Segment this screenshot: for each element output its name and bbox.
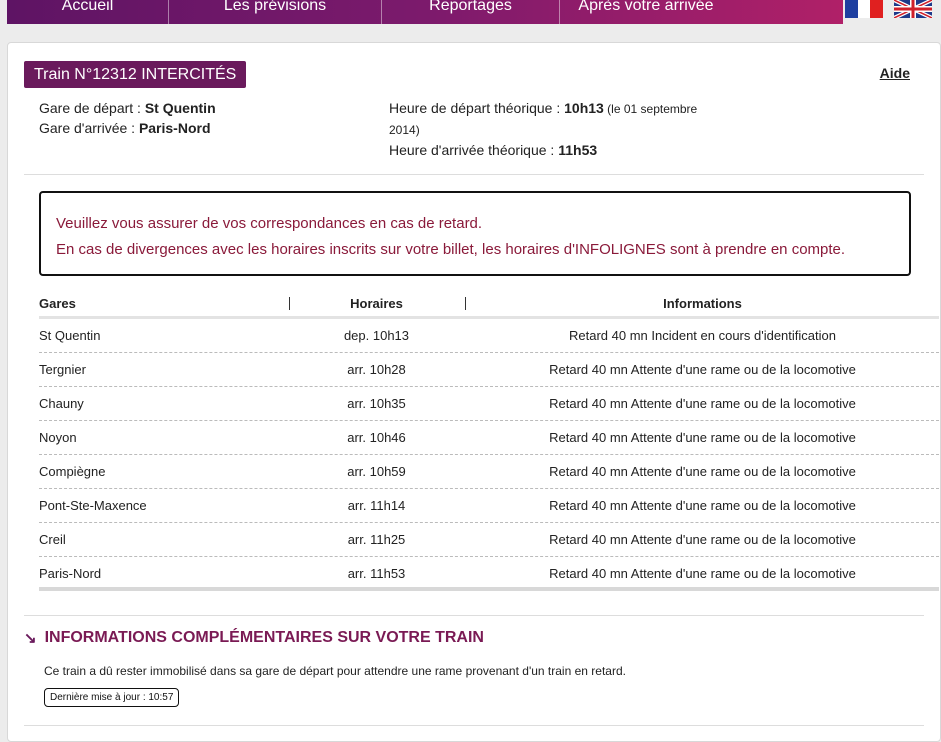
station-name: Chauny	[39, 396, 84, 411]
arrival-time: 11h53	[558, 142, 598, 158]
top-navigation: Accueil Les prévisions Reportages Après …	[7, 0, 843, 24]
station-info: Retard 40 mn Attente d'une rame ou de la…	[549, 464, 856, 479]
nav-item-apres-arrivee[interactable]: Après votre arrivée	[560, 0, 732, 24]
station-info: Retard 40 mn Incident en cours d'identif…	[569, 328, 836, 343]
station-time: arr. 11h53	[347, 566, 406, 581]
arrival-station: Paris-Nord	[138, 120, 211, 136]
station-name: Creil	[39, 532, 66, 547]
uk-flag-icon[interactable]	[894, 0, 932, 18]
station-info: Retard 40 mn Attente d'une rame ou de la…	[549, 566, 856, 581]
nav-item-previsions[interactable]: Les prévisions	[169, 0, 382, 24]
last-update-badge: Dernière mise à jour : 10:57	[44, 688, 180, 707]
table-row: Pont-Ste-Maxence arr. 11h14 Retard 40 mn…	[39, 489, 939, 523]
station-name: Pont-Ste-Maxence	[39, 498, 147, 513]
table-row: Creil arr. 11h25 Retard 40 mn Attente d'…	[39, 523, 939, 557]
nav-item-reportages[interactable]: Reportages	[382, 0, 560, 24]
schedule-table: Gares Horaires Informations St Quentin d…	[39, 289, 939, 591]
arrow-down-right-icon: ↘	[24, 630, 37, 647]
station-name: St Quentin	[39, 328, 101, 343]
warning-line-2: En cas de divergences avec les horaires …	[56, 241, 846, 258]
departure-time-line: Heure de départ théorique : 10h13 (le 01…	[389, 100, 698, 116]
complementary-info-title: INFORMATIONS COMPLÉMENTAIRES SUR VOTRE T…	[44, 629, 484, 646]
station-time: arr. 10h28	[347, 362, 406, 377]
station-time: dep. 10h13	[343, 328, 410, 343]
divider	[24, 174, 924, 175]
departure-station: St Quentin	[144, 100, 216, 116]
table-header: Gares Horaires Informations	[39, 289, 939, 319]
station-time: arr. 11h25	[347, 532, 406, 547]
station-name: Compiègne	[39, 464, 106, 479]
warning-box: Veuillez vous assurer de vos corresponda…	[39, 191, 911, 276]
departure-station-line: Gare de départ : St Quentin	[39, 100, 216, 116]
table-row: St Quentin dep. 10h13 Retard 40 mn Incid…	[39, 319, 939, 353]
table-row: Paris-Nord arr. 11h53 Retard 40 mn Atten…	[39, 557, 939, 591]
header-horaires[interactable]: Horaires	[289, 296, 464, 311]
nav-item-accueil[interactable]: Accueil	[7, 0, 169, 24]
table-row: Chauny arr. 10h35 Retard 40 mn Attente d…	[39, 387, 939, 421]
station-name: Tergnier	[39, 362, 86, 377]
station-info: Retard 40 mn Attente d'une rame ou de la…	[549, 396, 856, 411]
departure-time: 10h13	[564, 100, 604, 116]
table-row: Noyon arr. 10h46 Retard 40 mn Attente d'…	[39, 421, 939, 455]
station-info: Retard 40 mn Attente d'une rame ou de la…	[549, 362, 856, 377]
arrival-time-line: Heure d'arrivée théorique : 11h53	[389, 142, 598, 158]
station-time: arr. 10h59	[347, 464, 406, 479]
station-name: Noyon	[39, 430, 77, 445]
divider	[24, 615, 924, 616]
departure-date: (le 01 septembre	[603, 102, 698, 116]
header-gares[interactable]: Gares	[39, 296, 76, 311]
divider	[24, 725, 924, 726]
station-name: Paris-Nord	[39, 566, 102, 581]
station-info: Retard 40 mn Attente d'une rame ou de la…	[549, 498, 856, 513]
arrival-station-line: Gare d'arrivée : Paris-Nord	[39, 120, 211, 136]
station-info: Retard 40 mn Attente d'une rame ou de la…	[549, 430, 856, 445]
train-title: Train N°12312 INTERCITÉS	[24, 61, 247, 88]
help-link[interactable]: Aide	[880, 65, 910, 81]
table-row: Tergnier arr. 10h28 Retard 40 mn Attente…	[39, 353, 939, 387]
warning-line-1: Veuillez vous assurer de vos corresponda…	[56, 215, 483, 232]
departure-date-continued: 2014)	[389, 123, 420, 137]
train-detail-panel: Train N°12312 INTERCITÉS Aide Gare de dé…	[7, 42, 941, 742]
station-time: arr. 10h46	[347, 430, 406, 445]
station-time: arr. 10h35	[347, 396, 406, 411]
table-row: Compiègne arr. 10h59 Retard 40 mn Attent…	[39, 455, 939, 489]
fr-flag-icon[interactable]	[845, 0, 884, 18]
complementary-info-text: Ce train a dû rester immobilisé dans sa …	[44, 664, 626, 678]
station-time: arr. 11h14	[347, 498, 406, 513]
complementary-info-header: ↘ INFORMATIONS COMPLÉMENTAIRES SUR VOTRE…	[24, 629, 484, 647]
station-info: Retard 40 mn Attente d'une rame ou de la…	[549, 532, 856, 547]
header-informations[interactable]: Informations	[466, 296, 939, 311]
